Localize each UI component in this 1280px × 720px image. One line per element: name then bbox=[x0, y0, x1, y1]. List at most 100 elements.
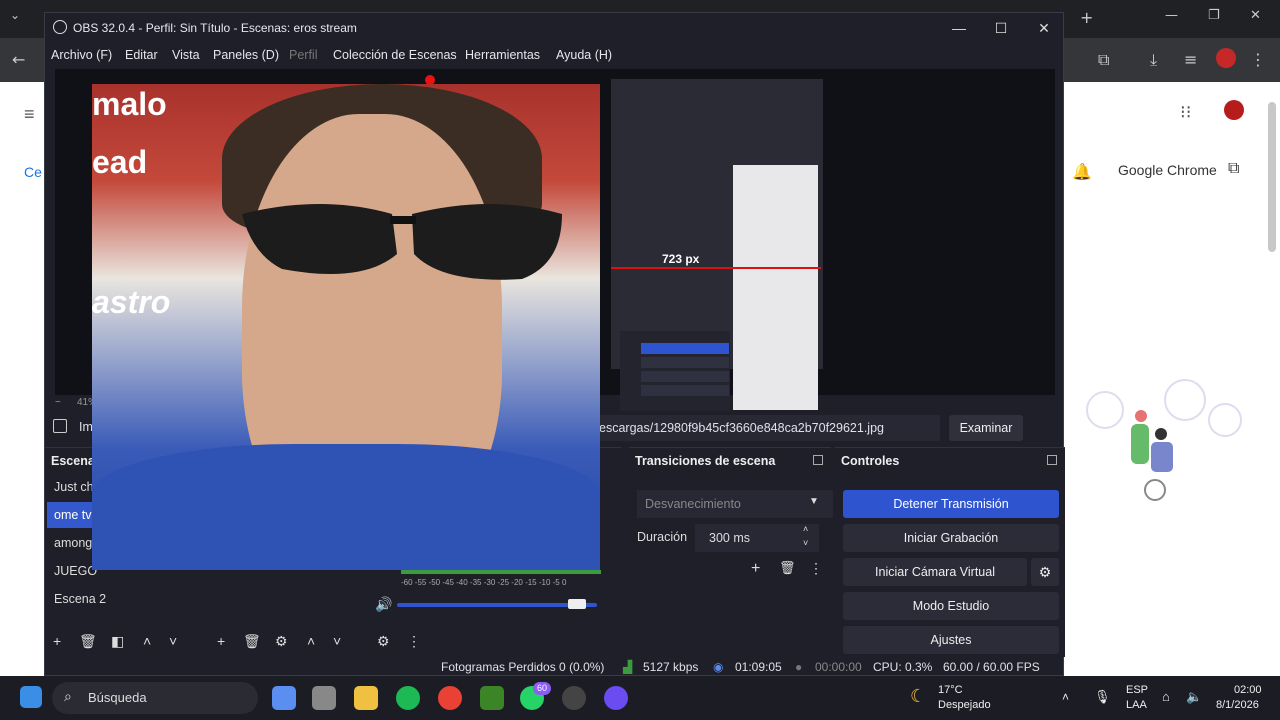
trash-icon[interactable]: 🗑 bbox=[243, 633, 261, 650]
maximize-icon[interactable]: ☐ bbox=[981, 17, 1021, 39]
chevron-down-icon[interactable]: ˅ bbox=[333, 633, 341, 649]
add-icon[interactable]: + bbox=[217, 633, 225, 649]
background-text: ead bbox=[92, 144, 148, 180]
gear-icon[interactable]: ⚙ bbox=[275, 633, 288, 650]
reading-list-icon[interactable]: ≡ bbox=[1184, 50, 1197, 69]
copilot-icon[interactable] bbox=[272, 686, 296, 710]
nested-button bbox=[641, 343, 729, 354]
new-tab-icon[interactable]: + bbox=[1080, 8, 1093, 27]
filter-icon[interactable]: ◧ bbox=[111, 633, 124, 650]
lang-primary[interactable]: ESP bbox=[1126, 684, 1148, 696]
signal-icon: ▟ bbox=[623, 660, 633, 674]
add-icon[interactable]: + bbox=[53, 633, 61, 649]
scenes-title: Escena bbox=[51, 454, 95, 468]
virtual-camera-button[interactable]: Iniciar Cámara Virtual bbox=[843, 558, 1027, 586]
spin-down-icon[interactable]: ˅ bbox=[803, 538, 808, 548]
webcam-overlay: malo ead astro bbox=[92, 84, 600, 570]
hamburger-icon[interactable]: ≡ bbox=[24, 104, 35, 125]
settings-button[interactable]: Ajustes bbox=[843, 626, 1059, 654]
float-dock-icon[interactable] bbox=[1047, 455, 1057, 465]
studio-mode-button[interactable]: Modo Estudio bbox=[843, 592, 1059, 620]
chevron-up-icon[interactable]: ˄ bbox=[1062, 690, 1069, 704]
chevron-down-icon[interactable]: ⌄ bbox=[10, 8, 20, 22]
spin-up-icon[interactable]: ˄ bbox=[803, 524, 808, 534]
menu-ayuda[interactable]: Ayuda (H) bbox=[556, 48, 612, 62]
chevron-up-icon[interactable]: ˄ bbox=[143, 633, 151, 649]
menu-dots-icon[interactable]: ⋮ bbox=[407, 633, 421, 650]
menu-coleccion[interactable]: Colección de Escenas bbox=[333, 48, 457, 62]
trash-icon[interactable]: 🗑 bbox=[779, 560, 796, 576]
measure-label: 723 px bbox=[662, 252, 700, 266]
menu-paneles[interactable]: Paneles (D) bbox=[213, 48, 279, 62]
nested-button bbox=[641, 357, 729, 368]
minecraft-icon[interactable] bbox=[480, 686, 504, 710]
gear-icon[interactable]: ⚙ bbox=[1031, 558, 1059, 586]
transition-select[interactable]: Desvanecimiento bbox=[637, 490, 833, 518]
store-icon[interactable] bbox=[312, 686, 336, 710]
extensions-icon[interactable]: ⧉ bbox=[1098, 50, 1109, 70]
lang-secondary[interactable]: LAA bbox=[1126, 699, 1147, 711]
sources-toolbar: + 🗑 ⚙ ˄ ˅ bbox=[207, 633, 367, 653]
gear-icon[interactable]: ⚙ bbox=[377, 633, 390, 650]
speaker-icon[interactable]: 🔊 bbox=[375, 596, 392, 613]
profile-avatar[interactable] bbox=[1216, 48, 1236, 68]
stream-time: 01:09:05 bbox=[735, 660, 782, 674]
volume-icon[interactable]: 🔈 bbox=[1186, 689, 1202, 705]
chrome-open-label[interactable]: Google Chrome bbox=[1118, 162, 1217, 178]
menu-bar: Archivo (F) Editar Vista Paneles (D) Per… bbox=[45, 43, 1063, 69]
start-recording-button[interactable]: Iniciar Grabación bbox=[843, 524, 1059, 552]
network-icon[interactable]: ⌂ bbox=[1162, 689, 1170, 704]
controls-dock: Controles Detener Transmisión Iniciar Gr… bbox=[835, 447, 1065, 657]
file-explorer-icon[interactable] bbox=[354, 686, 378, 710]
apps-grid-icon[interactable]: ⁝⁝ bbox=[1180, 102, 1191, 123]
stop-stream-button[interactable]: Detener Transmisión bbox=[843, 490, 1059, 518]
menu-editar[interactable]: Editar bbox=[125, 48, 158, 62]
minimize-icon[interactable]: — bbox=[939, 17, 979, 39]
transitions-dock: Transiciones de escena Desvanecimiento ▼… bbox=[629, 447, 833, 657]
obs-taskbar-icon[interactable] bbox=[562, 686, 586, 710]
menu-perfil[interactable]: Perfil bbox=[289, 48, 317, 62]
clock-date[interactable]: 8/1/2026 bbox=[1216, 699, 1259, 711]
taskbar-search[interactable]: ⌕ Búsqueda bbox=[52, 682, 258, 714]
bell-icon[interactable]: 🔔 bbox=[1072, 162, 1092, 182]
image-path-field[interactable]: escargas/12980f9b45cf3660e848ca2b70f2962… bbox=[595, 415, 940, 441]
download-icon[interactable]: ⤓ bbox=[1150, 50, 1157, 70]
menu-archivo[interactable]: Archivo (F) bbox=[51, 48, 112, 62]
volume-slider[interactable] bbox=[397, 603, 597, 607]
browse-button[interactable]: Examinar bbox=[949, 415, 1023, 441]
menu-vista[interactable]: Vista bbox=[172, 48, 200, 62]
zoom-out-icon[interactable]: − bbox=[55, 397, 61, 408]
microphone-icon[interactable]: 🎙 bbox=[1094, 689, 1111, 705]
restore-icon[interactable]: ❐ bbox=[1208, 8, 1220, 23]
scene-item[interactable]: Escena 2 bbox=[47, 586, 185, 612]
close-icon[interactable]: ✕ bbox=[1024, 17, 1064, 39]
minimize-icon[interactable]: — bbox=[1165, 8, 1178, 23]
menu-dots-icon[interactable]: ⋮ bbox=[809, 560, 823, 577]
shirt-shape bbox=[92, 444, 600, 570]
record-icon: ● bbox=[795, 660, 803, 674]
source-name: Im bbox=[79, 420, 93, 434]
back-icon[interactable]: ← bbox=[12, 50, 25, 69]
open-external-icon[interactable]: ⧉ bbox=[1228, 160, 1239, 178]
windows-start-icon[interactable] bbox=[20, 686, 42, 708]
chrome-icon[interactable] bbox=[438, 686, 462, 710]
clock-time[interactable]: 02:00 bbox=[1234, 684, 1262, 696]
measure-line bbox=[611, 267, 821, 269]
audio-toolbar: ⚙ ⋮ bbox=[371, 633, 621, 653]
app-icon[interactable] bbox=[604, 686, 628, 710]
close-icon[interactable]: ✕ bbox=[1250, 8, 1261, 23]
chevron-down-icon[interactable]: ˅ bbox=[169, 633, 177, 649]
volume-knob[interactable] bbox=[568, 599, 586, 609]
menu-dots-icon[interactable]: ⋮ bbox=[1250, 50, 1266, 69]
controls-title: Controles bbox=[841, 454, 900, 468]
add-icon[interactable]: + bbox=[751, 560, 760, 578]
scrollbar[interactable] bbox=[1268, 102, 1276, 252]
duration-spinbox[interactable]: 300 ms bbox=[695, 524, 819, 552]
account-avatar[interactable] bbox=[1224, 100, 1244, 120]
float-dock-icon[interactable] bbox=[813, 455, 823, 465]
menu-herramientas[interactable]: Herramientas bbox=[465, 48, 540, 62]
image-icon bbox=[53, 419, 67, 433]
spotify-icon[interactable] bbox=[396, 686, 420, 710]
trash-icon[interactable]: 🗑 bbox=[79, 633, 97, 650]
chevron-up-icon[interactable]: ˄ bbox=[307, 633, 315, 649]
